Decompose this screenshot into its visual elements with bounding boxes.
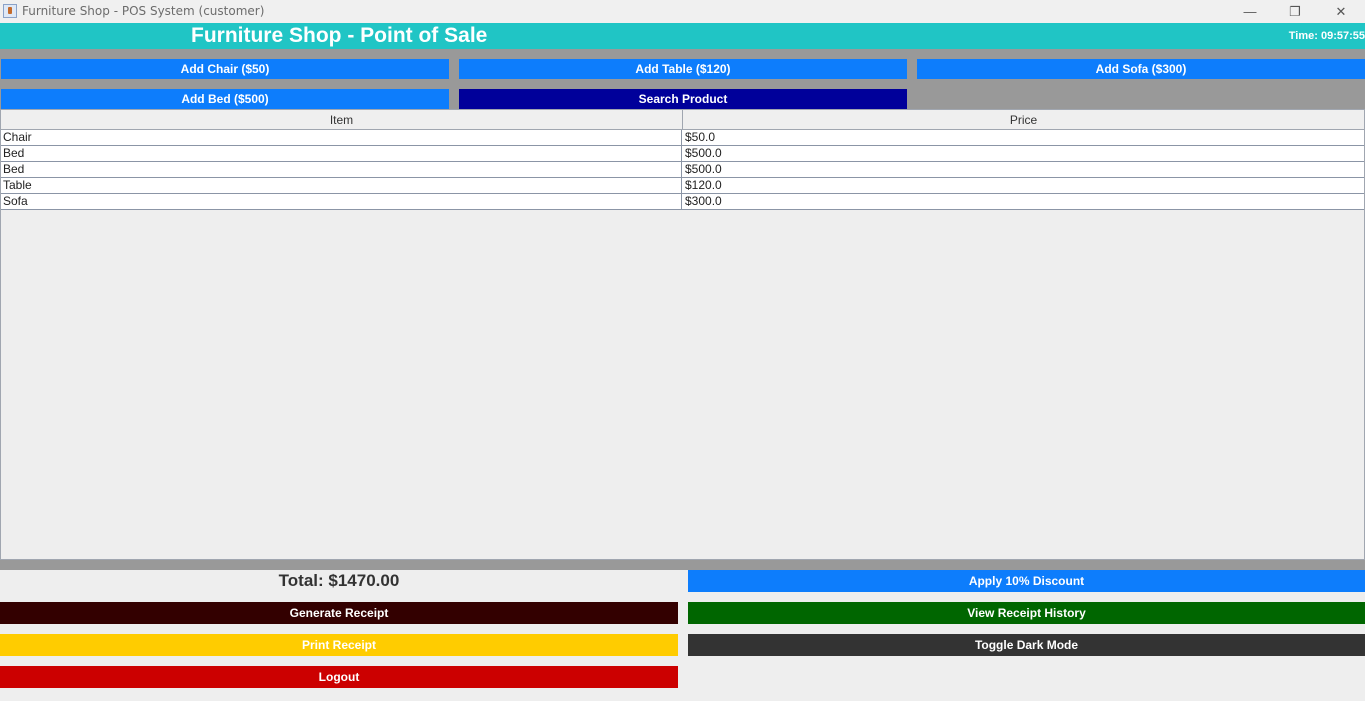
item-cell[interactable]: Sofa <box>1 194 682 209</box>
table-body: Chair $50.0 Bed $500.0 Bed $500.0 Table … <box>1 130 1364 210</box>
table-row[interactable]: Bed $500.0 <box>1 146 1364 162</box>
price-cell[interactable]: $500.0 <box>683 162 1364 177</box>
item-cell[interactable]: Table <box>1 178 682 193</box>
window-titlebar: Furniture Shop - POS System (customer) —… <box>0 0 1365 23</box>
add-table-button[interactable]: Add Table ($120) <box>459 59 907 79</box>
item-cell[interactable]: Bed <box>1 162 682 177</box>
apply-discount-button[interactable]: Apply 10% Discount <box>688 570 1365 592</box>
toggle-dark-mode-button[interactable]: Toggle Dark Mode <box>688 634 1365 656</box>
product-toolbar: Add Chair ($50) Add Table ($120) Add Sof… <box>0 49 1365 109</box>
add-chair-button[interactable]: Add Chair ($50) <box>1 59 449 79</box>
table-row[interactable]: Sofa $300.0 <box>1 194 1364 210</box>
close-icon[interactable]: ✕ <box>1318 0 1364 23</box>
column-header-item[interactable]: Item <box>1 110 683 129</box>
table-row[interactable]: Chair $50.0 <box>1 130 1364 146</box>
page-title: Furniture Shop - Point of Sale <box>191 24 488 47</box>
table-row[interactable]: Table $120.0 <box>1 178 1364 194</box>
table-header: Item Price <box>1 110 1364 130</box>
minimize-icon[interactable]: — <box>1227 0 1273 23</box>
price-cell[interactable]: $300.0 <box>683 194 1364 209</box>
view-receipt-history-button[interactable]: View Receipt History <box>688 602 1365 624</box>
add-bed-button[interactable]: Add Bed ($500) <box>1 89 449 109</box>
app-header: Furniture Shop - Point of Sale Time: 09:… <box>0 23 1365 49</box>
table-row[interactable]: Bed $500.0 <box>1 162 1364 178</box>
price-cell[interactable]: $120.0 <box>683 178 1364 193</box>
clock-label: Time: 09:57:55 <box>1288 30 1365 42</box>
window-title: Furniture Shop - POS System (customer) <box>22 4 265 18</box>
panel-divider <box>0 560 1365 570</box>
cart-table[interactable]: Item Price Chair $50.0 Bed $500.0 Bed $5… <box>0 109 1365 560</box>
restore-icon[interactable]: ❐ <box>1272 0 1318 23</box>
search-product-button[interactable]: Search Product <box>459 89 907 109</box>
price-cell[interactable]: $50.0 <box>683 130 1364 145</box>
generate-receipt-button[interactable]: Generate Receipt <box>0 602 678 624</box>
total-label: Total: $1470.00 <box>278 571 400 590</box>
java-app-icon <box>3 4 17 18</box>
print-receipt-button[interactable]: Print Receipt <box>0 634 678 656</box>
add-sofa-button[interactable]: Add Sofa ($300) <box>917 59 1365 79</box>
item-cell[interactable]: Bed <box>1 146 682 161</box>
column-header-price[interactable]: Price <box>683 110 1364 129</box>
item-cell[interactable]: Chair <box>1 130 682 145</box>
logout-button[interactable]: Logout <box>0 666 678 688</box>
price-cell[interactable]: $500.0 <box>683 146 1364 161</box>
